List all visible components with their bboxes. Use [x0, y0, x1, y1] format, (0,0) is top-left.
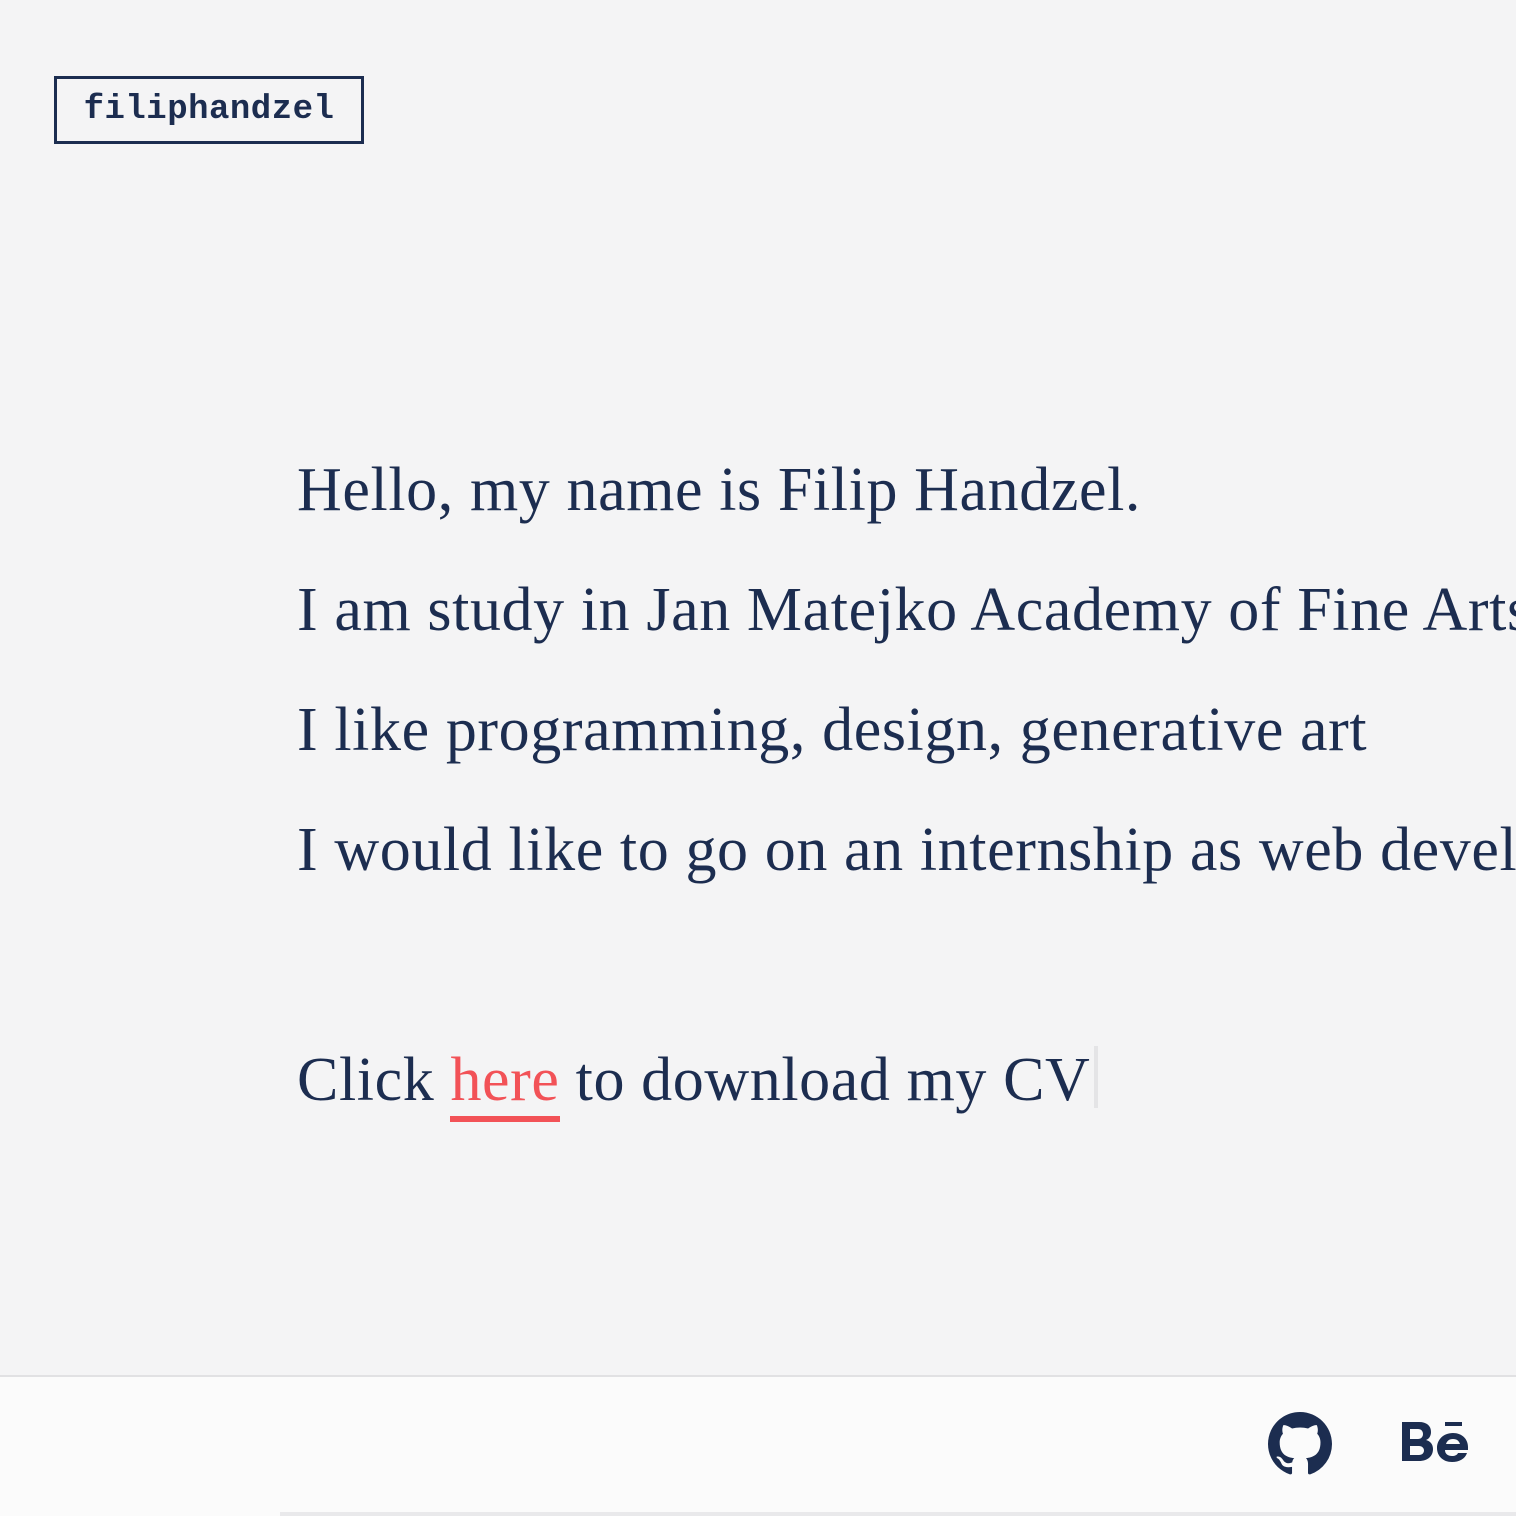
cv-suffix-text: to download my CV — [559, 1046, 1091, 1114]
intro-line-greeting: Hello, my name is Filip Handzel. — [297, 456, 1141, 524]
cv-download-line: Click here to download my CV — [297, 1020, 1099, 1140]
footer-bottom-edge — [280, 1512, 1516, 1516]
intro-text: Hello, my name is Filip Handzel. I am st… — [297, 430, 1516, 910]
intro-line-interests: I like programming, design, generative a… — [297, 696, 1368, 764]
typing-caret — [1094, 1046, 1099, 1108]
logo-link[interactable]: filiphandzel — [54, 76, 364, 144]
intro-line-internship: I would like to go on an internship as w… — [297, 816, 1516, 884]
github-icon — [1268, 1412, 1332, 1475]
github-link[interactable] — [1266, 1410, 1334, 1478]
cv-prefix-text: Click — [297, 1046, 451, 1114]
behance-icon — [1402, 1422, 1468, 1462]
behance-link[interactable] — [1398, 1410, 1480, 1478]
footer — [0, 1375, 1516, 1516]
cv-download-link[interactable]: here — [450, 1046, 560, 1122]
intro-line-study: I am study in Jan Matejko Academy of Fin… — [297, 576, 1516, 644]
